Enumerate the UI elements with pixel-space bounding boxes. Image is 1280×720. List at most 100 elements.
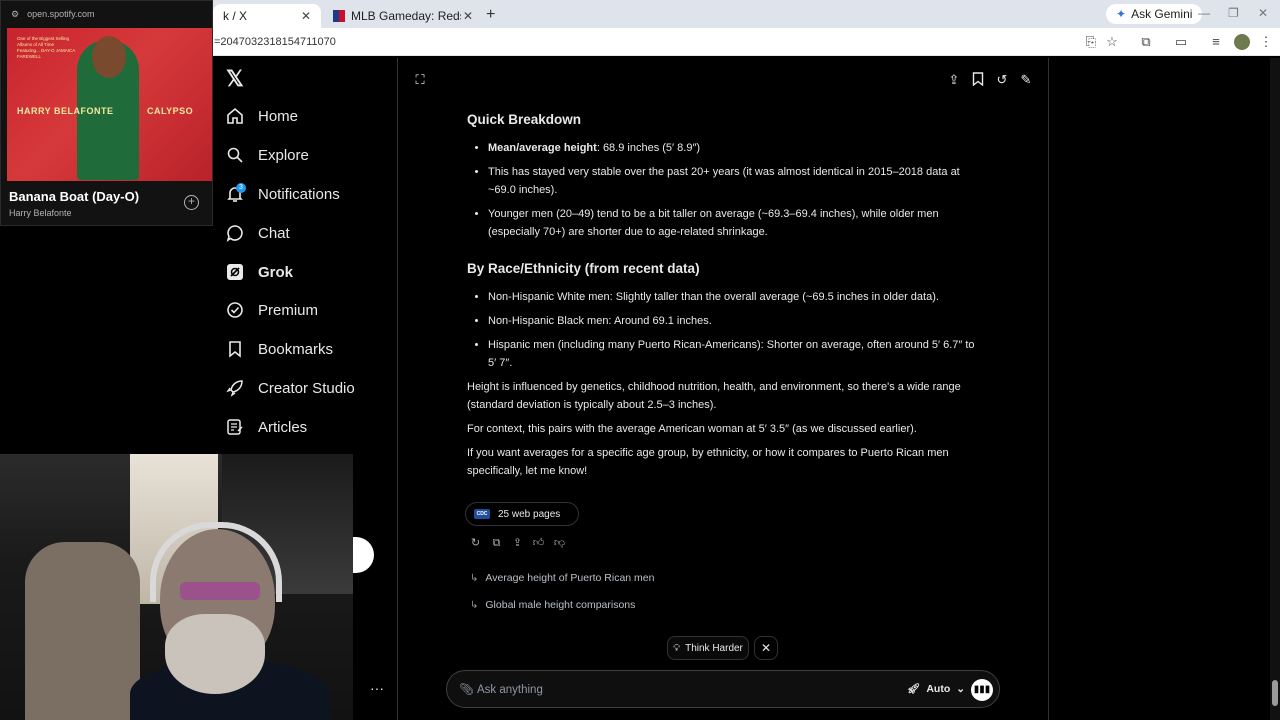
ask-gemini-button[interactable]: ✦ Ask Gemini — [1106, 4, 1203, 24]
sidebar-item-chat[interactable]: Chat — [226, 217, 290, 249]
article-icon — [226, 418, 244, 436]
response-actions: ↻ ⧉ ⇪ 👍︎ 👎︎ — [469, 537, 566, 550]
floating-handle[interactable] — [353, 537, 374, 573]
album-cover: One of the Biggest Selling Albums of All… — [7, 28, 212, 181]
sidebar-item-label: Home — [258, 107, 299, 125]
webcam-person-glasses — [180, 582, 260, 600]
tab-label: k / X — [223, 9, 248, 23]
minimize-icon[interactable]: — — [1198, 6, 1210, 20]
profile-avatar[interactable] — [1234, 34, 1250, 50]
paragraph: Height is influenced by genetics, childh… — [467, 381, 961, 411]
spotify-domain: open.spotify.com — [27, 9, 95, 19]
webcam-chair — [25, 542, 140, 720]
grok-icon — [226, 263, 244, 281]
tab-mlb-gameday[interactable]: MLB Gameday: Reds 1, Rays 6 F ✕ — [323, 4, 483, 28]
suggested-followup[interactable]: ↳ Average height of Puerto Rican men — [470, 570, 654, 586]
gemini-label: Ask Gemini — [1131, 7, 1193, 21]
tab-label: MLB Gameday: Reds 1, Rays 6 F — [351, 9, 461, 23]
followup-arrow-icon: ↳ — [470, 599, 479, 611]
bookmark-icon — [226, 340, 244, 358]
chat-bubble-icon — [226, 224, 244, 242]
paragraph: For context, this pairs with the average… — [467, 423, 917, 435]
rocket-icon: 🚀︎ — [907, 683, 921, 695]
sidebar-item-label: Grok — [258, 263, 294, 281]
sidebar-item-label: Articles — [258, 418, 308, 436]
attach-icon[interactable]: 📎︎ — [459, 682, 474, 696]
section-heading: By Race/Ethnicity (from recent data) — [467, 261, 700, 276]
webcam-person-beard — [165, 614, 265, 694]
suggested-followup[interactable]: ↳ Global male height comparisons — [470, 597, 635, 613]
new-tab-button[interactable]: + — [486, 6, 495, 24]
chevron-down-icon: ⌄ — [956, 682, 966, 695]
sidebar-item-premium[interactable]: Premium — [226, 294, 318, 326]
sidebar-item-explore[interactable]: Explore — [226, 139, 309, 171]
list-item: Younger men (20–49) tend to be a bit tal… — [488, 205, 982, 241]
album-cover-artist: HARRY BELAFONTE — [17, 106, 114, 116]
fullscreen-icon[interactable]: ⛶ — [412, 72, 428, 88]
think-harder-button[interactable]: 💡︎ Think Harder — [667, 636, 749, 660]
close-icon[interactable]: ✕ — [754, 636, 778, 660]
album-cover-face — [92, 36, 126, 78]
search-icon — [226, 146, 244, 164]
maximize-icon[interactable]: ❐ — [1228, 6, 1239, 20]
add-to-library-icon[interactable]: + — [184, 195, 199, 210]
sidebar-item-grok[interactable]: Grok — [226, 256, 293, 288]
bookmark-star-icon[interactable]: ☆ — [1104, 34, 1120, 50]
more-options-icon[interactable]: ··· — [370, 680, 384, 696]
list-item: Hispanic men (including many Puerto Rica… — [488, 336, 982, 372]
tab-x[interactable]: k / X ✕ — [213, 4, 321, 28]
ask-input[interactable] — [477, 680, 877, 700]
x-logo-icon[interactable]: 𝕏 — [226, 66, 244, 92]
media-control-icon[interactable]: ≡ — [1208, 34, 1224, 50]
tune-icon[interactable]: ⚙ — [11, 9, 19, 20]
spotify-miniplayer: ⚙ open.spotify.com One of the Biggest Se… — [0, 0, 213, 226]
paragraph: If you want averages for a specific age … — [467, 447, 949, 477]
list-item: This has stayed very stable over the pas… — [488, 163, 982, 199]
album-cover-caption: One of the Biggest Selling Albums of All… — [17, 36, 76, 59]
thumbs-up-icon[interactable]: 👍︎ — [532, 537, 545, 550]
mlb-icon — [333, 10, 345, 22]
think-harder-label: Think Harder — [685, 642, 743, 654]
share-icon[interactable]: ⇪ — [511, 537, 524, 550]
sidebar-item-label: Bookmarks — [258, 340, 334, 358]
copy-icon[interactable]: ⧉ — [490, 537, 503, 550]
thumbs-down-icon[interactable]: 👎︎ — [553, 537, 566, 550]
album-cover-title: CALYPSO — [147, 106, 194, 116]
extensions-icon[interactable]: ⧉ — [1138, 34, 1154, 50]
rocket-icon — [226, 379, 244, 397]
history-icon[interactable]: ↺ — [994, 72, 1010, 88]
webcam-overlay — [0, 454, 353, 720]
sidebar-item-label: Notifications — [258, 185, 340, 203]
sidebar-item-home[interactable]: Home — [226, 100, 298, 132]
voice-mode-icon[interactable]: ▮▮▮ — [971, 679, 993, 701]
sidebar-item-label: Premium — [258, 301, 319, 319]
sidebar-item-articles[interactable]: Articles — [226, 411, 307, 443]
sidebar-toggle-icon[interactable]: ▭ — [1173, 34, 1189, 50]
verified-badge-icon — [226, 301, 244, 319]
sidebar-item-label: Chat — [258, 224, 290, 242]
new-chat-icon[interactable]: ✎ — [1018, 72, 1034, 88]
url-field[interactable]: =2047032318154711070 — [214, 36, 336, 48]
song-title[interactable]: Banana Boat (Day-O) — [9, 189, 139, 204]
bold-label: Mean/average height — [488, 142, 597, 154]
sidebar-item-creator-studio[interactable]: Creator Studio — [226, 372, 355, 404]
sidebar-item-bookmarks[interactable]: Bookmarks — [226, 333, 333, 365]
home-icon — [226, 107, 244, 125]
regenerate-icon[interactable]: ↻ — [469, 537, 482, 550]
close-icon[interactable]: ✕ — [301, 9, 311, 23]
sources-button[interactable]: CDC 25 web pages — [465, 502, 579, 526]
list-item: Non-Hispanic Black men: Around 69.1 inch… — [488, 312, 982, 330]
sources-count: 25 web pages — [498, 508, 561, 520]
mode-selector[interactable]: 🚀︎ Auto ⌄ — [907, 682, 966, 696]
bookmark-icon[interactable] — [970, 72, 986, 88]
followup-arrow-icon: ↳ — [470, 572, 479, 584]
cdc-logo-icon: CDC — [474, 509, 490, 519]
scrollbar-thumb[interactable] — [1272, 680, 1278, 706]
song-artist[interactable]: Harry Belafonte — [9, 208, 72, 218]
close-window-icon[interactable]: ✕ — [1258, 6, 1268, 20]
page-scrollbar[interactable] — [1270, 58, 1280, 720]
install-app-icon[interactable]: ⎘ — [1083, 34, 1099, 50]
chrome-menu-icon[interactable]: ⋮ — [1258, 34, 1274, 50]
close-icon[interactable]: ✕ — [463, 9, 473, 23]
share-icon[interactable]: ⇪ — [946, 72, 962, 88]
